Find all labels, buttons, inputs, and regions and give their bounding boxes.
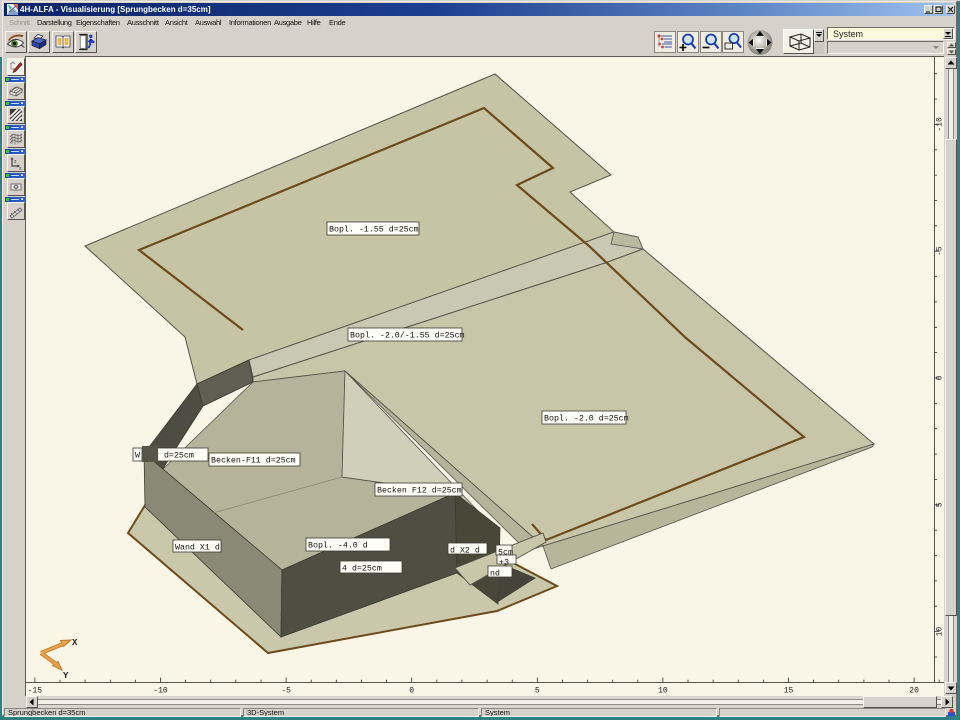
svg-text:10: 10 (658, 687, 668, 696)
svg-text:Becken F12 d=25cm: Becken F12 d=25cm (377, 486, 462, 496)
svg-text:d X2 d: d X2 d (450, 546, 480, 556)
svg-text:4 d=25cm: 4 d=25cm (342, 564, 382, 574)
svg-text:0: 0 (409, 687, 414, 696)
svg-text:X: X (72, 638, 78, 648)
svg-text:Becken-F11 d=25cm: Becken-F11 d=25cm (211, 456, 296, 466)
svg-text:20: 20 (909, 687, 919, 696)
svg-text:15: 15 (784, 687, 794, 696)
svg-text:Y: Y (63, 671, 69, 681)
svg-text:10: 10 (936, 627, 945, 637)
svg-text:s: s (19, 166, 22, 171)
svg-text:-15: -15 (28, 687, 43, 696)
svg-text:2 d=25cm: 2 d=25cm (154, 451, 194, 461)
svg-text:0: 0 (936, 375, 945, 380)
svg-text:-5: -5 (936, 246, 945, 256)
svg-text:Bopl. -2.0/-1.55 d=25cm: Bopl. -2.0/-1.55 d=25cm (350, 331, 465, 341)
svg-text:Bopl. -2.0 d=25cm: Bopl. -2.0 d=25cm (544, 414, 629, 424)
svg-text:5: 5 (535, 687, 540, 696)
svg-text:Wand X1 d: Wand X1 d (175, 543, 220, 553)
svg-text:-10: -10 (153, 687, 168, 696)
svg-text:z: z (14, 159, 17, 165)
svg-text:Bopl. -4.0 d: Bopl. -4.0 d (308, 541, 368, 551)
svg-text:-5: -5 (281, 687, 291, 696)
svg-text:nd: nd (490, 569, 500, 579)
svg-text:Bopl. -1.55 d=25cm: Bopl. -1.55 d=25cm (329, 225, 419, 235)
svg-text:5: 5 (936, 502, 945, 507)
svg-text:W: W (135, 452, 140, 461)
svg-text:-10: -10 (936, 117, 945, 132)
